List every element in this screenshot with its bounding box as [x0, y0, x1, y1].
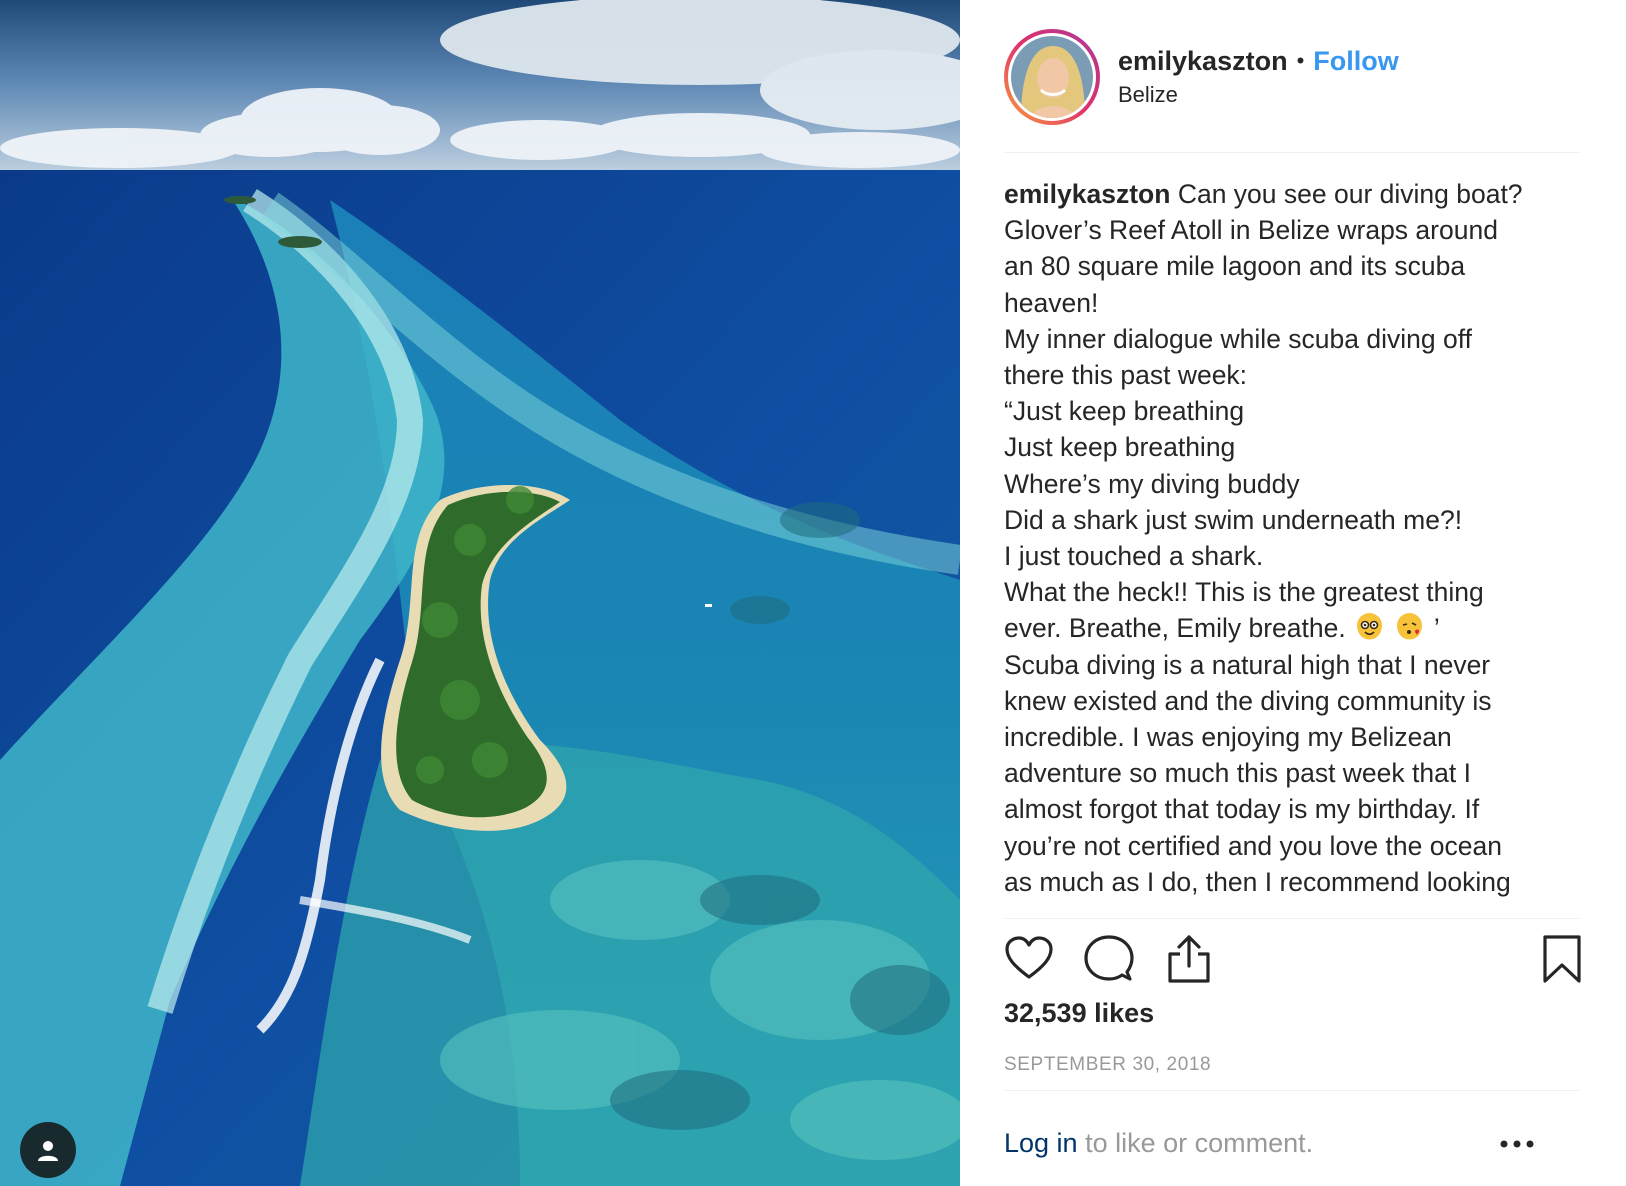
- caption-line: almost forgot that today is my birthday.…: [1004, 794, 1480, 825]
- comment-icon: [1084, 935, 1134, 981]
- caption-line: you’re not certified and you love the oc…: [1004, 830, 1502, 861]
- caption-line: Can you see our diving boat?: [1177, 179, 1523, 209]
- avatar[interactable]: [1004, 29, 1100, 125]
- header-divider: [1004, 152, 1580, 153]
- tagged-user-button[interactable]: [20, 1122, 76, 1178]
- caption-line: incredible. I was enjoying my Belizean: [1004, 722, 1452, 753]
- footer-divider: [1004, 1090, 1580, 1091]
- caption-line: there this past week:: [1004, 360, 1248, 391]
- more-options-icon: [1500, 1140, 1534, 1148]
- user-tag-icon: [38, 1141, 58, 1161]
- comment-button[interactable]: [1084, 934, 1134, 989]
- share-icon: [1168, 935, 1210, 983]
- separator-dot: •: [1296, 48, 1305, 74]
- caption-line: adventure so much this past week that I: [1004, 758, 1471, 789]
- login-prompt-text: to like or comment.: [1077, 1128, 1314, 1158]
- caption-line: What the heck!! This is the greatest thi…: [1004, 577, 1484, 608]
- caption-line: Where’s my diving buddy: [1004, 468, 1300, 499]
- post-photo[interactable]: [0, 0, 960, 1186]
- caption-quote-mark: ’: [1433, 613, 1440, 644]
- caption-line: Just keep breathing: [1004, 432, 1236, 463]
- face-blowing-kiss-emoji: [1397, 613, 1423, 640]
- instagram-post: emilykaszton • Follow Belize emilykaszto…: [0, 0, 1626, 1186]
- location-link[interactable]: Belize: [1118, 81, 1399, 110]
- header-username[interactable]: emilykaszton: [1118, 44, 1288, 79]
- like-count[interactable]: 32,539 likes: [1004, 998, 1154, 1029]
- like-button[interactable]: [1004, 934, 1054, 989]
- more-options-button[interactable]: [1500, 1136, 1534, 1154]
- login-link[interactable]: Log in: [1004, 1128, 1078, 1158]
- aerial-atoll-image: [0, 0, 960, 1186]
- caption-line: Did a shark just swim underneath me?!: [1004, 504, 1463, 535]
- caption-line: an 80 square mile lagoon and its scuba: [1004, 251, 1466, 282]
- follow-button[interactable]: Follow: [1313, 44, 1398, 79]
- post-date[interactable]: SEPTEMBER 30, 2018: [1004, 1054, 1211, 1076]
- caption-line: knew existed and the diving community is: [1004, 685, 1492, 716]
- login-prompt: Log in to like or comment.: [1004, 1128, 1584, 1159]
- post-header: emilykaszton • Follow Belize: [1004, 27, 1584, 127]
- caption-line: Glover’s Reef Atoll in Belize wraps arou…: [1004, 215, 1498, 246]
- caption-line: I just touched a shark.: [1004, 541, 1264, 572]
- post-side-panel: emilykaszton • Follow Belize emilykaszto…: [960, 0, 1626, 1186]
- caption-line: heaven!: [1004, 287, 1099, 318]
- caption-line: as much as I do, then I recommend lookin…: [1004, 866, 1511, 897]
- post-caption: emilykaszton Can you see our diving boat…: [1004, 176, 1584, 904]
- bookmark-icon: [1543, 935, 1581, 983]
- caption-line: My inner dialogue while scuba diving off: [1004, 323, 1472, 354]
- nerd-face-emoji: [1357, 613, 1383, 640]
- profile-photo: [1011, 36, 1093, 118]
- action-bar: [1004, 934, 1584, 988]
- caption-line: Scuba diving is a natural high that I ne…: [1004, 649, 1491, 680]
- caption-divider: [1004, 918, 1580, 919]
- caption-username[interactable]: emilykaszton: [1004, 179, 1170, 209]
- heart-icon: [1005, 936, 1053, 979]
- caption-line: “Just keep breathing: [1004, 396, 1245, 427]
- save-button[interactable]: [1542, 934, 1582, 989]
- caption-line: ever. Breathe, Emily breathe.: [1004, 613, 1346, 644]
- share-button[interactable]: [1164, 934, 1214, 989]
